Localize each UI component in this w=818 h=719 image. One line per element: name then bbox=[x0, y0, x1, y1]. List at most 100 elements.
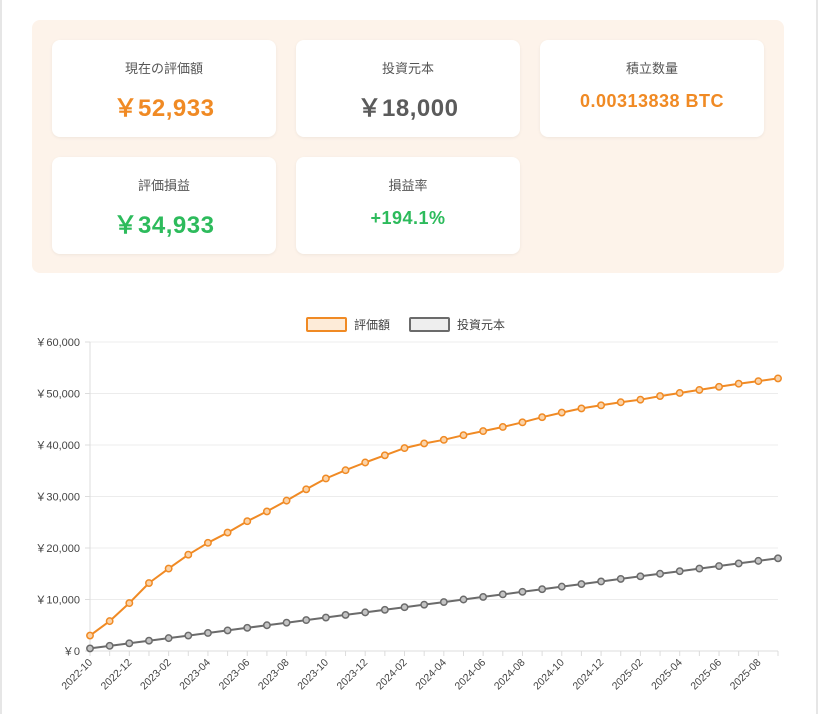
principal-point bbox=[321, 613, 330, 622]
value-point bbox=[715, 382, 723, 391]
principal-point bbox=[459, 595, 468, 604]
x-tick-label: 2025-06 bbox=[688, 657, 724, 693]
value-point bbox=[203, 538, 212, 547]
principal-point bbox=[400, 603, 409, 612]
x-tick-label: 2022-12 bbox=[99, 657, 135, 693]
x-tick-label: 2023-02 bbox=[138, 657, 174, 693]
pnl-amount: ￥34,933 bbox=[113, 212, 215, 239]
value-point bbox=[105, 617, 114, 626]
principal-point bbox=[105, 641, 114, 650]
x-tick-label: 2023-04 bbox=[177, 657, 213, 693]
x-tick-label: 2023-10 bbox=[295, 657, 331, 693]
value-point bbox=[636, 395, 645, 404]
value-point bbox=[439, 435, 448, 444]
pnl-rate-card: 損益率 +194.1% bbox=[296, 157, 520, 254]
value-point bbox=[479, 427, 488, 436]
pnl-card: 評価損益 ￥34,933 bbox=[52, 157, 276, 254]
principal-point bbox=[439, 598, 448, 607]
value-point bbox=[86, 631, 94, 640]
value-series-line bbox=[89, 377, 779, 637]
principal-point bbox=[203, 629, 212, 637]
x-tick-label: 2023-06 bbox=[217, 657, 253, 693]
current-value-label: 現在の評価額 bbox=[124, 61, 203, 76]
principal-point bbox=[498, 590, 507, 599]
principal-series-line bbox=[89, 557, 779, 650]
summary-panel: 現在の評価額 ￥52,933 投資元本 ￥18,000 積立数量 0.00313… bbox=[32, 20, 784, 273]
principal-point bbox=[262, 621, 271, 630]
value-point bbox=[498, 423, 507, 431]
principal-point bbox=[380, 605, 389, 614]
value-point bbox=[734, 379, 743, 388]
x-tick-label: 2025-08 bbox=[728, 657, 764, 693]
y-tick-label: ￥10,000 bbox=[35, 595, 80, 607]
pnl-rate-label: 損益率 bbox=[388, 178, 428, 193]
value-point bbox=[341, 466, 350, 475]
value-point bbox=[616, 398, 625, 407]
y-tick-label: ￥20,000 bbox=[35, 543, 80, 555]
principal-label: 投資元本 bbox=[381, 61, 434, 76]
value-point bbox=[459, 431, 468, 440]
principal-point bbox=[715, 562, 723, 570]
current-value-card: 現在の評価額 ￥52,933 bbox=[52, 40, 276, 137]
principal-point bbox=[675, 567, 684, 576]
principal-point bbox=[361, 608, 370, 617]
chart-container: ￥0 ￥10,000 ￥20,000 ￥30,000 ￥40,000 ￥50,000 ￥60… bbox=[0, 300, 818, 714]
x-tick-label: 2023-12 bbox=[335, 657, 371, 693]
principal-point bbox=[341, 611, 350, 619]
legend-label-principal: 投資元本 bbox=[457, 317, 505, 332]
x-tick-label: 2024-10 bbox=[531, 657, 567, 693]
principal-point bbox=[86, 644, 94, 653]
principal-point bbox=[656, 569, 665, 578]
value-point bbox=[695, 385, 704, 394]
value-point bbox=[361, 458, 370, 467]
value-point bbox=[223, 528, 232, 537]
current-value-amount: ￥52,933 bbox=[113, 95, 215, 122]
value-point bbox=[577, 404, 586, 413]
x-tick-label: 2025-02 bbox=[610, 657, 646, 693]
principal-point bbox=[302, 616, 311, 625]
principal-point bbox=[223, 626, 232, 635]
value-point bbox=[243, 517, 252, 526]
y-tick-label: ￥40,000 bbox=[35, 440, 80, 452]
principal-point bbox=[538, 585, 547, 594]
x-tick-label: 2022-10 bbox=[59, 657, 95, 693]
y-tick-label: ￥50,000 bbox=[35, 389, 80, 401]
principal-point bbox=[774, 554, 782, 563]
legend-label-value: 評価額 bbox=[354, 317, 390, 332]
principal-point bbox=[754, 556, 763, 565]
pnl-rate-amount: +194.1% bbox=[370, 208, 446, 228]
value-point bbox=[262, 507, 271, 516]
x-tick-label: 2024-04 bbox=[413, 657, 449, 693]
principal-point bbox=[420, 600, 429, 609]
principal-point bbox=[616, 574, 625, 583]
x-tick-label: 2024-08 bbox=[492, 657, 528, 693]
principal-point bbox=[243, 623, 252, 632]
y-tick-label: ￥60,000 bbox=[35, 337, 80, 349]
value-point bbox=[420, 439, 429, 448]
principal-point bbox=[479, 592, 488, 601]
principal-point bbox=[145, 636, 153, 645]
value-point bbox=[302, 485, 311, 494]
value-point bbox=[145, 579, 153, 587]
value-point bbox=[675, 389, 684, 397]
x-tick-label: 2024-06 bbox=[453, 657, 489, 693]
principal-point bbox=[597, 577, 606, 586]
principal-point bbox=[695, 564, 704, 573]
x-tick-label: 2024-02 bbox=[374, 657, 410, 693]
legend-swatch-value bbox=[306, 317, 347, 332]
principal-point bbox=[184, 631, 193, 640]
value-point bbox=[164, 564, 173, 573]
value-point bbox=[774, 374, 782, 383]
y-tick-label: ￥30,000 bbox=[35, 492, 80, 504]
principal-point bbox=[557, 582, 566, 591]
value-chart: ￥0 ￥10,000 ￥20,000 ￥30,000 ￥40,000 ￥50,000 ￥60… bbox=[35, 317, 782, 693]
y-tick-label: ￥0 bbox=[63, 646, 80, 658]
principal-point bbox=[164, 634, 173, 643]
x-tick-label: 2024-12 bbox=[570, 657, 606, 693]
value-point bbox=[538, 413, 547, 422]
principal-point bbox=[125, 639, 134, 648]
principal-amount: ￥18,000 bbox=[357, 95, 459, 122]
value-point bbox=[518, 418, 527, 427]
quantity-amount: 0.00313838 BTC bbox=[579, 91, 725, 111]
pnl-label: 評価損益 bbox=[137, 178, 190, 193]
